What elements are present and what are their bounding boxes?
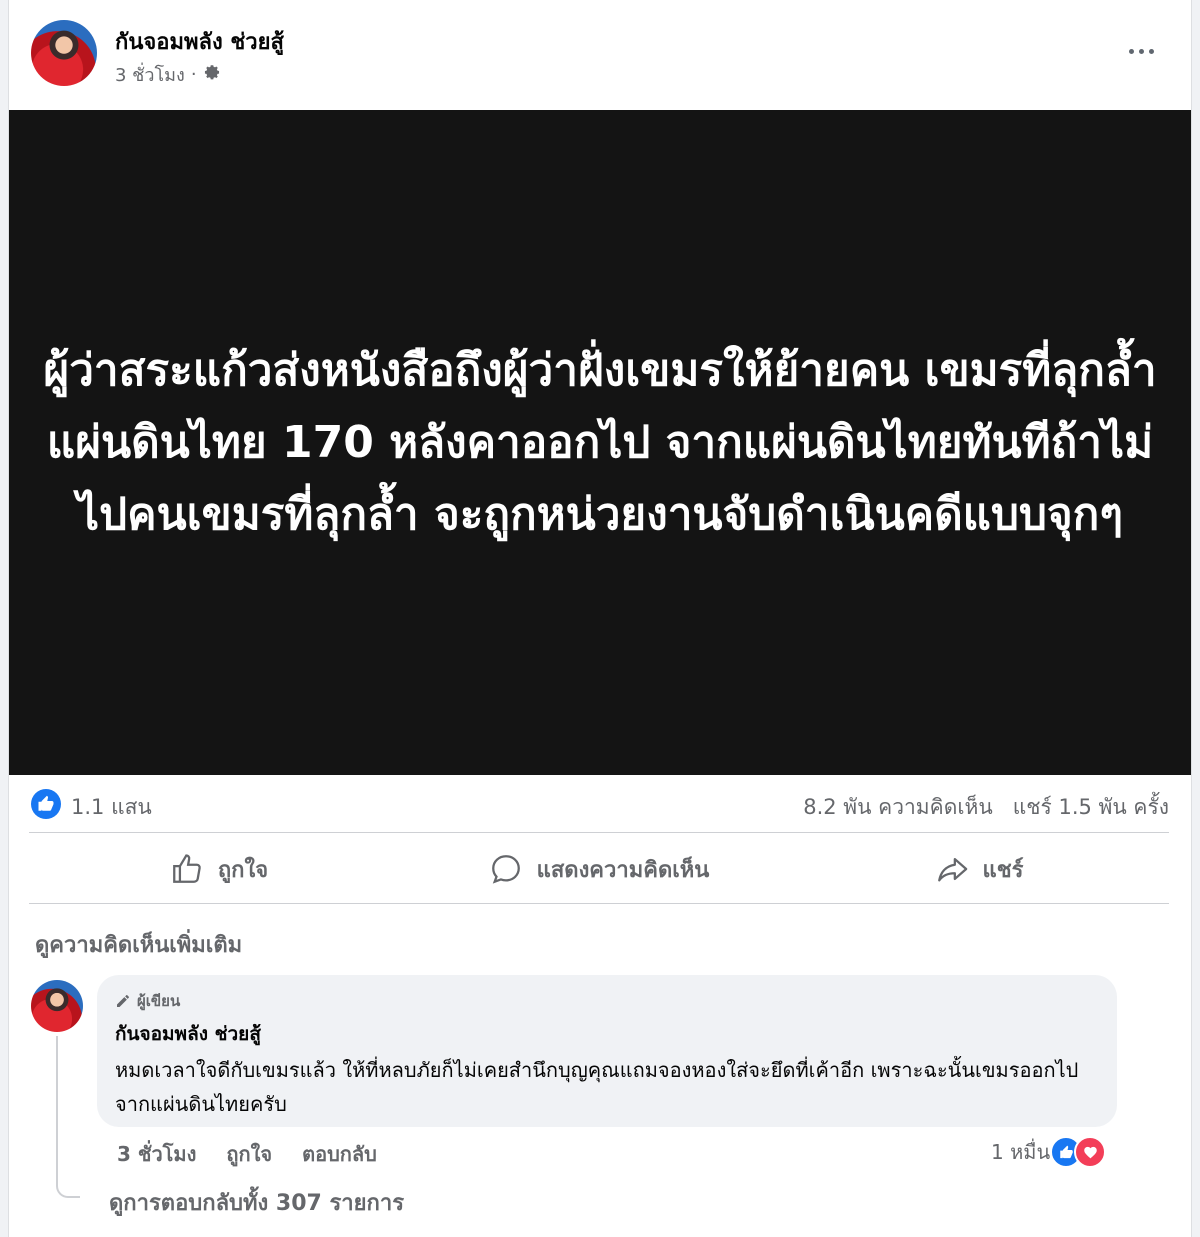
dot xyxy=(1138,48,1144,54)
comment-reply-button[interactable]: ตอบกลับ xyxy=(302,1138,377,1170)
reaction-count[interactable]: 1.1 แสน xyxy=(71,791,152,824)
comment-reaction-count: 1 หมื่น xyxy=(991,1140,1051,1164)
thumbs-up-icon xyxy=(172,854,201,883)
share-icon xyxy=(937,857,967,882)
comment-like-button[interactable]: ถูกใจ xyxy=(226,1138,272,1170)
dot xyxy=(1128,48,1134,54)
share-count[interactable]: แชร์ 1.5 พัน ครั้ง xyxy=(1013,791,1169,824)
comment-label: แสดงความคิดเห็น xyxy=(536,857,710,883)
like-button[interactable]: ถูกใจ xyxy=(29,838,409,900)
share-button[interactable]: แชร์ xyxy=(789,838,1169,900)
post-header: กันจอมพลัง ช่วยสู้ 3 ชั่วโมง · xyxy=(31,18,1181,98)
more-options-button[interactable] xyxy=(1119,36,1163,66)
comment-bubble: ผู้เขียน กันจอมพลัง ช่วยสู้ หมดเวลาใจดีก… xyxy=(97,975,1117,1127)
share-label: แชร์ xyxy=(982,857,1024,883)
reply-thread-line xyxy=(56,1036,80,1198)
post-meta: 3 ชั่วโมง · xyxy=(115,60,221,89)
post-card: กันจอมพลัง ช่วยสู้ 3 ชั่วโมง · ผู้ว่าสระ… xyxy=(8,0,1192,1237)
dot xyxy=(1148,48,1154,54)
gear-icon[interactable] xyxy=(203,63,221,86)
love-reaction-icon xyxy=(1074,1136,1107,1168)
post-image[interactable]: ผู้ว่าสระแก้วส่งหนังสือถึงผู้ว่าฝั่งเขมร… xyxy=(9,110,1191,775)
meta-separator: · xyxy=(190,64,197,85)
comment-text: หมดเวลาใจดีกับเขมรแล้ว ให้ที่หลบภัยก็ไม่… xyxy=(115,1058,1079,1116)
post-time[interactable]: 3 ชั่วโมง xyxy=(115,60,185,89)
comment-reactions[interactable]: 1 หมื่น xyxy=(991,1136,1107,1168)
pencil-icon xyxy=(117,995,129,1007)
view-more-comments-link[interactable]: ดูความคิดเห็นเพิ่มเติม xyxy=(35,927,242,962)
comment-time[interactable]: 3 ชั่วโมง xyxy=(117,1138,196,1170)
comment-count[interactable]: 8.2 พัน ความคิดเห็น xyxy=(803,791,992,824)
view-replies-link[interactable]: ดูการตอบกลับทั้ง 307 รายการ xyxy=(109,1185,404,1220)
author-badge-label: ผู้เขียน xyxy=(137,992,181,1010)
author-badge: ผู้เขียน xyxy=(115,989,180,1013)
divider xyxy=(29,832,1169,833)
commenter-avatar[interactable] xyxy=(31,980,83,1032)
author-name[interactable]: กันจอมพลัง ช่วยสู้ xyxy=(115,24,284,59)
post-actions: ถูกใจ แสดงความคิดเห็น แชร์ xyxy=(29,838,1169,900)
divider xyxy=(29,903,1169,904)
comment-button[interactable]: แสดงความคิดเห็น xyxy=(409,838,789,900)
comment-icon xyxy=(491,855,520,884)
commenter-name[interactable]: กันจอมพลัง ช่วยสู้ xyxy=(115,1019,261,1049)
comment-actions: 3 ชั่วโมง ถูกใจ ตอบกลับ xyxy=(117,1138,377,1170)
author-avatar[interactable] xyxy=(31,20,97,86)
post-image-text: ผู้ว่าสระแก้วส่งหนังสือถึงผู้ว่าฝั่งเขมร… xyxy=(43,344,1157,540)
post-stats: 1.1 แสน 8.2 พัน ความคิดเห็น แชร์ 1.5 พัน… xyxy=(31,785,1169,825)
like-label: ถูกใจ xyxy=(217,857,269,883)
like-reaction-icon[interactable] xyxy=(31,789,61,819)
